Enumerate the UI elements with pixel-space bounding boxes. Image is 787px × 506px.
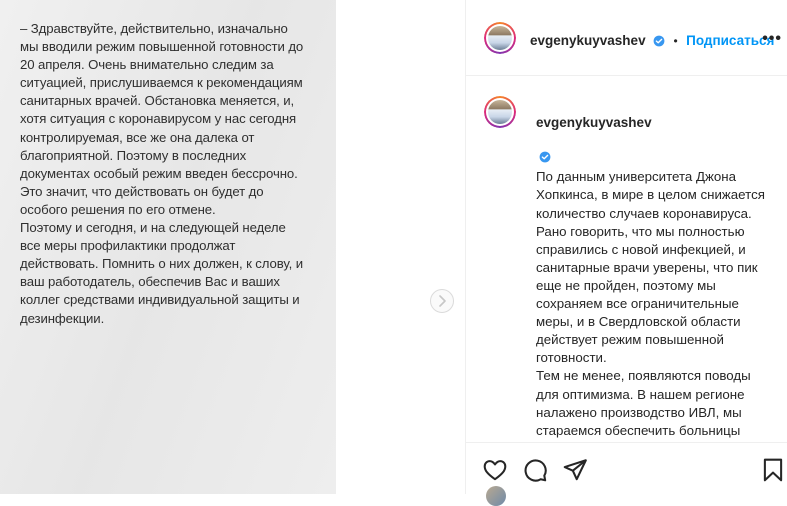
bookmark-icon [763, 458, 783, 482]
comment-icon [524, 459, 547, 482]
liked-by-avatar[interactable] [486, 486, 506, 506]
post-actions [466, 442, 787, 494]
caption: evgenykuyvashev По данным университета Д… [536, 96, 776, 442]
post-header: evgenykuyvashev • Подписаться ••• [466, 0, 787, 76]
verified-badge-icon [653, 34, 665, 52]
caption-avatar[interactable] [484, 96, 516, 128]
save-button[interactable] [760, 457, 786, 483]
caption-username[interactable]: evgenykuyvashev [536, 115, 652, 130]
caption-text: По данным университета Джона Хопкинса, в… [536, 169, 765, 442]
chevron-right-icon [439, 295, 446, 307]
share-button[interactable] [562, 457, 588, 483]
comment-button[interactable] [522, 457, 548, 483]
header-username[interactable]: evgenykuyvashev [530, 33, 646, 48]
post-side-panel: evgenykuyvashev • Подписаться ••• evgeny… [465, 0, 787, 506]
caption-scroll-area[interactable]: evgenykuyvashev По данным университета Д… [466, 76, 787, 442]
post-media[interactable]: – Здравствуйте, действительно, изначальн… [0, 0, 336, 494]
header-separator: • [673, 34, 678, 48]
like-button[interactable] [482, 457, 508, 483]
heart-icon [483, 460, 507, 481]
next-slide-button[interactable] [430, 289, 454, 313]
media-gap [336, 0, 465, 494]
follow-button[interactable]: Подписаться [686, 33, 774, 48]
share-icon [563, 459, 587, 481]
avatar[interactable] [484, 22, 516, 54]
more-options-button[interactable]: ••• [762, 30, 782, 48]
verified-badge-icon [539, 132, 551, 168]
media-text: – Здравствуйте, действительно, изначальн… [20, 21, 304, 326]
